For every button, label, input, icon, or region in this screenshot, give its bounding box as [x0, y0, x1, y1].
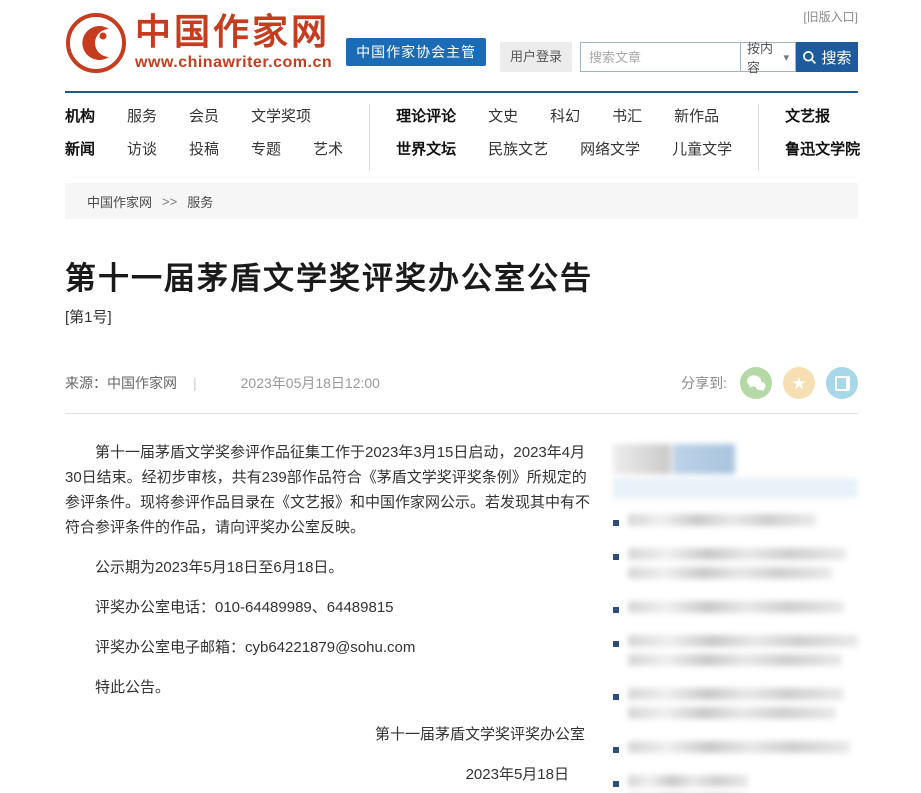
- breadcrumb-root[interactable]: 中国作家网: [87, 192, 152, 211]
- search-filter-dropdown[interactable]: 按内容 ▾: [740, 42, 796, 72]
- search-button-label: 搜索: [821, 47, 851, 68]
- bullet-icon: [613, 641, 619, 647]
- supervisor-badge: 中国作家协会主管: [346, 38, 486, 66]
- breadcrumb-separator: >>: [162, 194, 177, 209]
- main-content: 第十一届茅盾文学奖参评作品征集工作于2023年3月15日启动，2023年4月30…: [65, 440, 858, 793]
- bullet-icon: [613, 520, 619, 526]
- nav-item-ethnic-arts[interactable]: 民族文艺: [488, 138, 548, 159]
- nav-item-service[interactable]: 服务: [127, 105, 157, 126]
- nav-item-luxun-academy[interactable]: 鲁迅文学院: [785, 138, 860, 159]
- old-version-link[interactable]: [旧版入口]: [803, 8, 858, 25]
- publish-date: 2023年05月18日12:00: [241, 373, 380, 393]
- nav-item-topics[interactable]: 专题: [251, 138, 281, 159]
- list-item[interactable]: [613, 514, 858, 533]
- sidebar-tab-blurred[interactable]: [673, 444, 735, 474]
- page-container: 中国作家网 www.chinawriter.com.cn 中国作家协会主管 [旧…: [65, 0, 858, 793]
- search-bar: 用户登录 按内容 ▾ 搜索: [500, 42, 858, 72]
- list-item[interactable]: [613, 548, 858, 586]
- copy-link-button[interactable]: [826, 367, 858, 399]
- bullet-icon: [613, 747, 619, 753]
- breadcrumb: 中国作家网 >> 服务: [65, 183, 858, 219]
- search-icon: [802, 50, 817, 65]
- article-paragraph: 评奖办公室电子邮箱：cyb64221879@sohu.com: [65, 635, 595, 660]
- list-item[interactable]: [613, 601, 858, 620]
- article-subtitle: [第1号]: [65, 306, 858, 327]
- qzone-share-button[interactable]: ★: [783, 367, 815, 399]
- bullet-icon: [613, 607, 619, 613]
- nav-item-wenyibao[interactable]: 文艺报: [785, 105, 830, 126]
- nav-item-new-works[interactable]: 新作品: [674, 105, 719, 126]
- search-filter-label: 按内容: [747, 38, 783, 76]
- article-paragraph: 公示期为2023年5月18日至6月18日。: [65, 555, 595, 580]
- share-bar: 分享到: ★: [681, 367, 858, 399]
- source-text: 来源：中国作家网: [65, 373, 177, 393]
- article-signature: 第十一届茅盾文学奖评奖办公室: [65, 722, 595, 747]
- nav-item-web-literature[interactable]: 网络文学: [580, 138, 640, 159]
- nav-item-orgs[interactable]: 机构: [65, 105, 95, 126]
- article-paragraph: 第十一届茅盾文学奖参评作品征集工作于2023年3月15日启动，2023年4月30…: [65, 440, 595, 540]
- sidebar-section-header[interactable]: [613, 444, 858, 498]
- nav-item-world-literature[interactable]: 世界文坛: [396, 138, 456, 159]
- nav-item-interviews[interactable]: 访谈: [127, 138, 157, 159]
- share-label: 分享到:: [681, 373, 727, 393]
- nav-group-middle: 理论评论 文史 科幻 书汇 新作品 世界文坛 民族文艺 网络文学 儿童文学: [396, 105, 759, 171]
- bullet-icon: [613, 781, 619, 787]
- list-item[interactable]: [613, 775, 858, 793]
- nav-item-news[interactable]: 新闻: [65, 138, 95, 159]
- article-body: 第十一届茅盾文学奖参评作品征集工作于2023年3月15日启动，2023年4月30…: [65, 440, 595, 793]
- nav-item-scifi[interactable]: 科幻: [550, 105, 580, 126]
- bullet-icon: [613, 554, 619, 560]
- user-login-button[interactable]: 用户登录: [500, 42, 572, 72]
- site-logo-emblem: [65, 12, 127, 74]
- nav-item-literary-awards[interactable]: 文学奖项: [251, 105, 311, 126]
- sidebar: [613, 440, 858, 793]
- site-logo-text: 中国作家网 www.chinawriter.com.cn: [135, 12, 332, 72]
- nav-item-art[interactable]: 艺术: [313, 138, 343, 159]
- nav-item-children-literature[interactable]: 儿童文学: [672, 138, 732, 159]
- main-nav: 机构 服务 会员 文学奖项 新闻 访谈 投稿 专题 艺术 理论评论 文史 科幻 …: [65, 105, 858, 171]
- search-button[interactable]: 搜索: [796, 42, 858, 72]
- nav-item-history[interactable]: 文史: [488, 105, 518, 126]
- site-title: 中国作家网: [135, 12, 332, 52]
- chevron-down-icon: ▾: [783, 51, 789, 64]
- article-paragraph: 特此公告。: [65, 675, 595, 700]
- star-icon: ★: [791, 375, 806, 392]
- list-item[interactable]: [613, 635, 858, 673]
- nav-item-submit[interactable]: 投稿: [189, 138, 219, 159]
- list-item[interactable]: [613, 688, 858, 726]
- nav-item-books[interactable]: 书汇: [612, 105, 642, 126]
- list-item[interactable]: [613, 741, 858, 760]
- nav-item-theory-review[interactable]: 理论评论: [396, 105, 456, 126]
- breadcrumb-current[interactable]: 服务: [187, 192, 213, 211]
- site-url: www.chinawriter.com.cn: [135, 54, 332, 72]
- search-input[interactable]: [580, 42, 740, 72]
- sidebar-tab-blurred[interactable]: [613, 444, 671, 474]
- copy-icon: [835, 376, 850, 391]
- article-paragraph: 评奖办公室电话：010-64489989、64489815: [65, 595, 595, 620]
- site-header: 中国作家网 www.chinawriter.com.cn 中国作家协会主管 [旧…: [65, 0, 858, 93]
- nav-item-members[interactable]: 会员: [189, 105, 219, 126]
- sidebar-header-bar: [613, 478, 858, 498]
- wechat-icon: [746, 374, 766, 392]
- article-source: 来源：中国作家网 | 2023年05月18日12:00: [65, 373, 380, 393]
- article-signature-date: 2023年5月18日: [65, 762, 595, 787]
- page-title: 第十一届茅盾文学奖评奖办公室公告: [65, 253, 858, 298]
- wechat-share-button[interactable]: [740, 367, 772, 399]
- nav-group-left: 机构 服务 会员 文学奖项 新闻 访谈 投稿 专题 艺术: [65, 105, 370, 171]
- nav-group-right: 文艺报 鲁迅文学院: [785, 105, 886, 171]
- bullet-icon: [613, 694, 619, 700]
- meta-divider: |: [193, 375, 197, 391]
- article-meta-row: 来源：中国作家网 | 2023年05月18日12:00 分享到: ★: [65, 367, 858, 414]
- site-brand[interactable]: 中国作家网 www.chinawriter.com.cn 中国作家协会主管: [65, 12, 486, 74]
